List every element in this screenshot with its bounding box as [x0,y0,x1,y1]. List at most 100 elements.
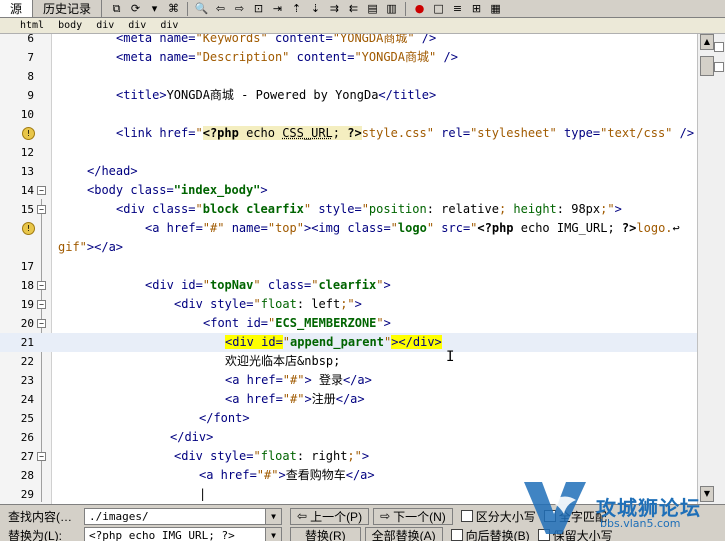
find-previous-button[interactable]: ⇦ 上一个(P) [290,507,370,525]
refresh-icon[interactable]: ⟳ [127,1,144,16]
reverse-replace-label: 向后替换(B) [465,528,530,541]
checkbox-box[interactable] [543,510,556,522]
code-line-current[interactable]: 21 <div id="append_parent"></div> [0,333,697,352]
checkbox-box[interactable] [460,510,473,522]
vertical-scrollbar[interactable]: ▲ ▼ [697,34,725,504]
forward-icon[interactable]: ⇨ [231,1,248,16]
code-line[interactable]: 18 − <div id="topNav" class="clearfix"> [0,276,697,295]
code-line[interactable]: 17 [0,257,697,276]
tab-history-label: 历史记录 [43,2,92,16]
collapse-icon[interactable]: ⇡ [288,1,305,16]
uncomment-icon[interactable]: ▥ [383,1,400,16]
code-editor[interactable]: 6 <meta name="Keywords" content="YONGDA商… [0,34,697,504]
select-parent-icon[interactable]: ⊡ [250,1,267,16]
replace-input[interactable]: <?php echo IMG_URL; ?> ▼ [84,526,282,541]
breadcrumb-item[interactable]: div [160,20,178,31]
code-text: </head> [87,164,138,178]
breadcrumb-item[interactable]: body [58,20,82,31]
fold-toggle-icon[interactable]: − [37,452,46,461]
whole-word-checkbox[interactable]: 全字匹配 [543,508,607,525]
find-next-button[interactable]: ⇨ 下一个(N) [373,507,453,525]
breadcrumb-item[interactable]: html [20,20,44,31]
tab-source-label: 源 [10,2,23,16]
split-view-icon[interactable] [714,42,724,52]
code-line[interactable]: 10 [0,105,697,124]
code-line[interactable]: 8 [0,67,697,86]
code-text: <div style="float: right;"> [174,449,370,463]
code-line[interactable]: 26 </div> [0,428,697,447]
outdent-icon[interactable]: ⇇ [345,1,362,16]
next-arrow-icon: ⇨ [380,509,391,523]
line-number: 21 [20,336,34,349]
code-line[interactable]: 19 − <div style="float: left;"> [0,295,697,314]
chevron-down-icon[interactable]: ▼ [265,508,281,524]
line-number: 26 [20,431,34,444]
code-line[interactable]: 22 欢迎光临本店&nbsp; [0,352,697,371]
options-icon[interactable]: ▾ [146,1,163,16]
breadcrumb-item[interactable]: div [128,20,146,31]
tools-icon[interactable]: ▦ [487,1,504,16]
find-input[interactable]: ./images/ ▼ [84,507,282,525]
tab-source[interactable]: 源 [0,0,34,17]
search-icon[interactable]: 🔍 [193,1,210,16]
warning-icon[interactable]: ! [22,222,35,235]
code-line[interactable]: 6 <meta name="Keywords" content="YONGDA商… [0,34,697,48]
comment-icon[interactable]: ▤ [364,1,381,16]
scroll-down-icon[interactable]: ▼ [700,486,714,502]
back-icon[interactable]: ⇦ [212,1,229,16]
replace-button[interactable]: 替换(R) [290,526,361,541]
code-line[interactable]: 12 [0,143,697,162]
match-case-checkbox[interactable]: 区分大小写 [460,508,536,525]
debug-icon[interactable]: ⌘ [165,1,182,16]
expand-icon[interactable]: ⇣ [307,1,324,16]
code-line[interactable]: 28 <a href="#">查看购物车</a> [0,466,697,485]
code-line[interactable]: 15 − <div class="block clearfix" style="… [0,200,697,219]
code-line[interactable]: 25 </font> [0,409,697,428]
code-text: <a href="#"> 登录</a> [225,373,372,387]
replace-all-button[interactable]: 全部替换(A) [364,526,443,541]
record-icon[interactable]: ● [411,1,428,16]
fold-toggle-icon[interactable]: − [37,281,46,290]
toggle-view-icon[interactable]: ⧉ [108,1,125,16]
balance-icon[interactable]: ⇥ [269,1,286,16]
toolbar: ⧉ ⟳ ▾ ⌘ 🔍 ⇦ ⇨ ⊡ ⇥ ⇡ ⇣ ⇉ ⇇ ▤ ▥ ● □ ≡ ⊞ ▦ [102,0,504,17]
keep-case-checkbox[interactable]: 保留大小写 [537,527,613,541]
code-line[interactable]: 7 <meta name="Description" content="YONG… [0,48,697,67]
code-line[interactable]: 11 ! <link href="<?php echo CSS_URL; ?>s… [0,124,697,143]
fold-toggle-icon[interactable]: − [37,300,46,309]
scroll-thumb[interactable] [700,56,714,76]
wrap-icon[interactable]: ⊞ [468,1,485,16]
code-line[interactable]: 16 ! <a href="#" name="top"><img class="… [0,219,697,238]
split-view-icon[interactable] [714,62,724,72]
code-line[interactable]: 20 − <font id="ECS_MEMBERZONE"> [0,314,697,333]
fold-toggle-icon[interactable]: − [37,186,46,195]
find-next-label: 下一个(N) [393,509,446,524]
breadcrumb-item[interactable]: div [96,20,114,31]
code-line[interactable]: 27 − <div style="float: right;"> [0,447,697,466]
whole-word-label: 全字匹配 [558,509,607,524]
indent-icon[interactable]: ⇉ [326,1,343,16]
line-number: 9 [27,89,34,102]
fold-toggle-icon[interactable]: − [37,319,46,328]
code-line[interactable]: 9 <title>YONGDA商城 - Powered by YongDa</t… [0,86,697,105]
reverse-replace-checkbox[interactable]: 向后替换(B) [450,527,530,541]
code-text: gif"></a> [58,240,124,254]
fold-toggle-icon[interactable]: − [37,205,46,214]
code-line-wrapped[interactable]: gif"></a> [0,238,697,257]
code-line[interactable]: 29 | [0,485,697,504]
checkbox-box[interactable] [537,529,550,541]
stop-icon[interactable]: □ [430,1,447,16]
replace-label: 替换为(L): [8,528,63,541]
code-line[interactable]: 13 </head> [0,162,697,181]
format-icon[interactable]: ≡ [449,1,466,16]
line-number: 15 [20,203,34,216]
code-line[interactable]: 14 − <body class="index_body"> [0,181,697,200]
checkbox-box[interactable] [450,529,463,541]
code-line[interactable]: 24 <a href="#">注册</a> [0,390,697,409]
tab-history[interactable]: 历史记录 [33,0,103,17]
scroll-up-icon[interactable]: ▲ [700,34,714,50]
warning-icon[interactable]: ! [22,127,35,140]
chevron-down-icon[interactable]: ▼ [265,527,281,541]
line-number: 18 [20,279,34,292]
code-line[interactable]: 23 <a href="#"> 登录</a> [0,371,697,390]
